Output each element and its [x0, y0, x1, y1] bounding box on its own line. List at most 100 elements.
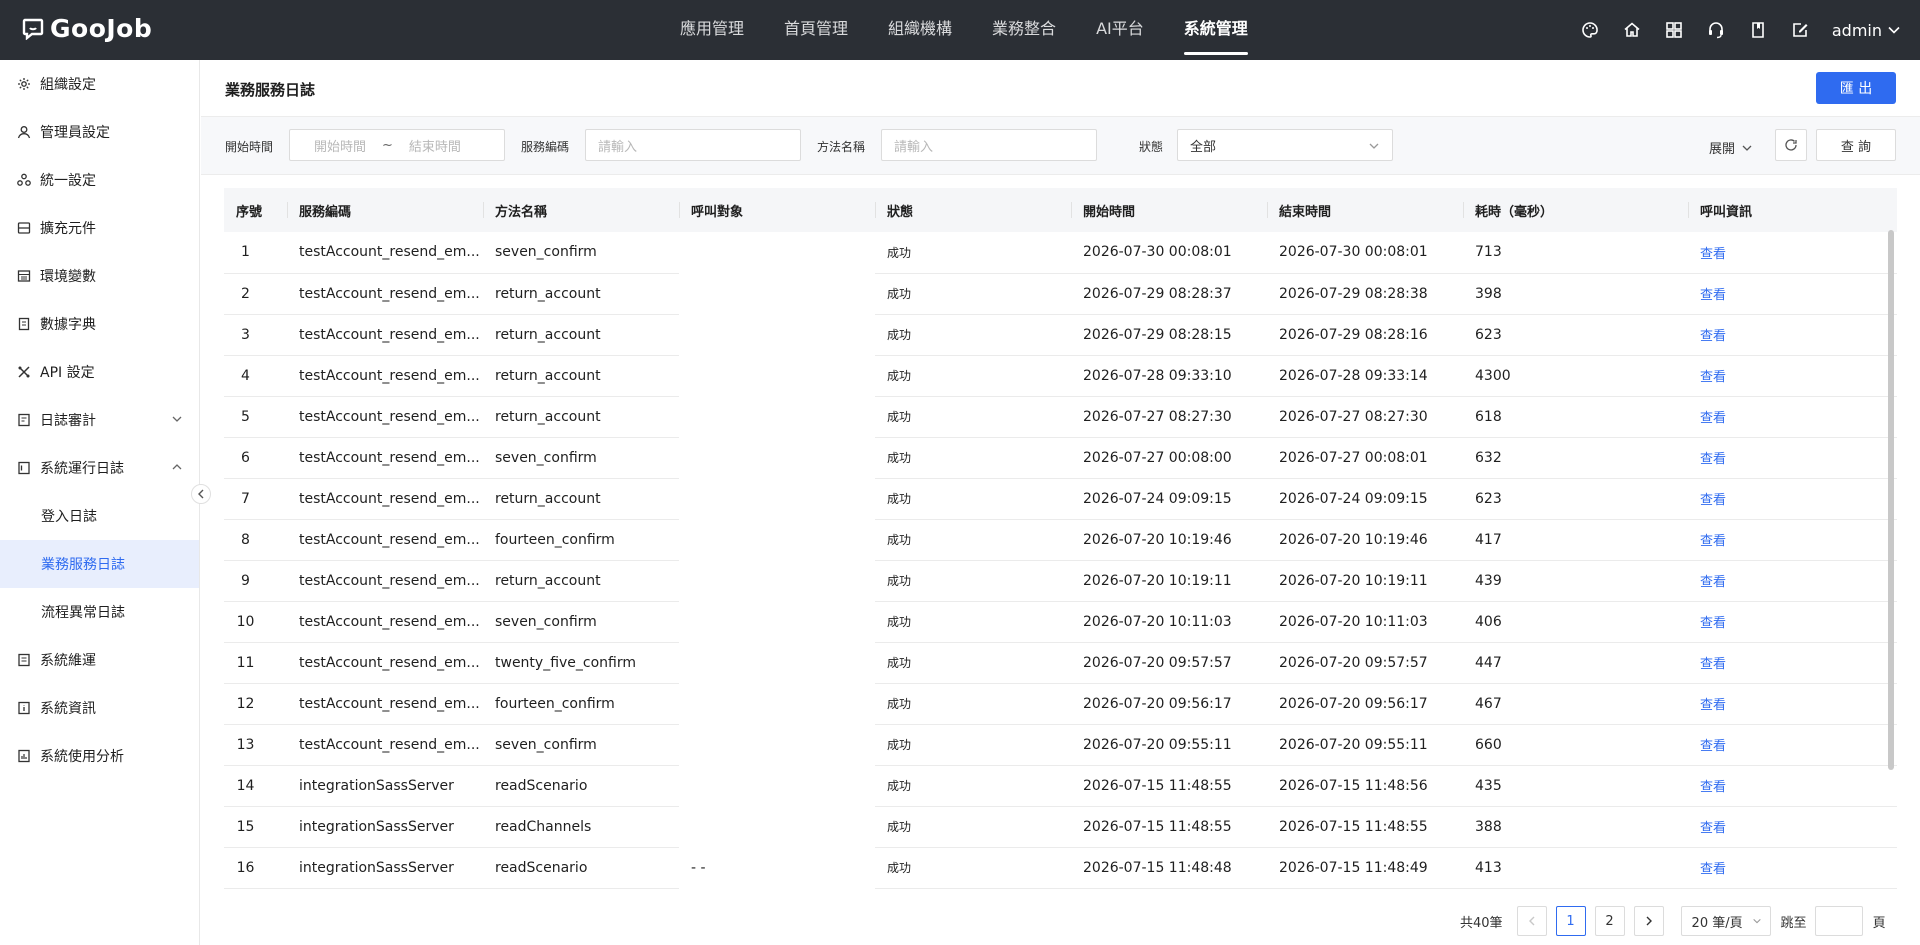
- sidebar-item-api-settings[interactable]: API 設定: [0, 348, 199, 396]
- cell-service-code: testAccount_resend_em...: [287, 273, 483, 315]
- cell-method-name: readScenario: [483, 765, 679, 807]
- view-link[interactable]: 查看: [1688, 683, 1897, 725]
- topnav-home-management[interactable]: 首頁管理: [764, 0, 868, 60]
- table-row[interactable]: 9 testAccount_resend_em... return_account 成…: [224, 560, 1897, 602]
- status-select[interactable]: 全部: [1177, 129, 1393, 161]
- view-link[interactable]: 查看: [1688, 478, 1897, 520]
- table-row[interactable]: 8 testAccount_resend_em... fourteen_confir…: [224, 519, 1897, 561]
- sidebar-item-log-audit[interactable]: 日誌審計: [0, 396, 199, 444]
- cell-call-target: [679, 232, 875, 273]
- table-row[interactable]: 5 testAccount_resend_em... return_account 成…: [224, 396, 1897, 438]
- cell-method-name: return_account: [483, 273, 679, 315]
- view-link[interactable]: 查看: [1688, 396, 1897, 438]
- sidebar-item-admin-settings[interactable]: 管理員設定: [0, 108, 199, 156]
- method-name-input[interactable]: 請輸入: [881, 129, 1097, 161]
- user-icon: [16, 124, 32, 140]
- table-row[interactable]: 10 testAccount_resend_em... seven_confirm 成…: [224, 601, 1897, 643]
- table-scrollbar[interactable]: [1888, 230, 1894, 770]
- topnav-organization[interactable]: 組織機構: [868, 0, 972, 60]
- view-link[interactable]: 查看: [1688, 355, 1897, 397]
- view-link[interactable]: 查看: [1688, 560, 1897, 602]
- sidebar-collapse-button[interactable]: [191, 484, 211, 504]
- edit-doc-icon[interactable]: [1790, 20, 1810, 40]
- sidebar-item-system-run-logs[interactable]: 系統運行日誌: [0, 444, 199, 492]
- table-row[interactable]: 12 testAccount_resend_em... fourteen_confi…: [224, 683, 1897, 725]
- cell-method-name: return_account: [483, 314, 679, 356]
- expand-filters-toggle[interactable]: 展開: [1709, 138, 1753, 157]
- jump-page-input[interactable]: [1814, 906, 1863, 936]
- sidebar-item-data-dictionary[interactable]: 數據字典: [0, 300, 199, 348]
- sidebar-item-system-maintenance[interactable]: 系統維運: [0, 636, 199, 684]
- sidebar-item-flow-exception-logs[interactable]: 流程異常日誌: [0, 588, 199, 636]
- page-button-1[interactable]: 1: [1555, 906, 1586, 936]
- service-code-label: 服務編碼: [521, 140, 570, 154]
- prev-page-button[interactable]: [1516, 906, 1547, 936]
- table-row[interactable]: 13 testAccount_resend_em... seven_confirm 成…: [224, 724, 1897, 766]
- sidebar-item-usage-analysis[interactable]: 系統使用分析: [0, 732, 199, 780]
- view-link[interactable]: 查看: [1688, 642, 1897, 684]
- apps-grid-icon[interactable]: [1664, 20, 1684, 40]
- cell-method-name: readScenario: [483, 847, 679, 889]
- page-size-select[interactable]: 20 筆/頁: [1680, 906, 1771, 936]
- sidebar-item-unified-settings[interactable]: 統一設定: [0, 156, 199, 204]
- sidebar-item-extensions[interactable]: 擴充元件: [0, 204, 199, 252]
- cell-index: 15: [224, 806, 287, 848]
- view-link[interactable]: 查看: [1688, 806, 1897, 848]
- view-link[interactable]: 查看: [1688, 765, 1897, 807]
- service-code-input[interactable]: 請輸入: [585, 129, 801, 161]
- sidebar-item-label: 環境變數: [40, 269, 96, 285]
- table-row[interactable]: 4 testAccount_resend_em... return_account 成…: [224, 355, 1897, 397]
- sidebar-item-business-service-logs[interactable]: 業務服務日誌: [0, 540, 199, 588]
- cell-start-time: 2026-07-27 00:08:00: [1071, 437, 1267, 479]
- export-button[interactable]: 匯 出: [1816, 72, 1896, 104]
- table-row[interactable]: 7 testAccount_resend_em... return_account 成…: [224, 478, 1897, 520]
- user-menu[interactable]: admin: [1832, 21, 1900, 40]
- view-link[interactable]: 查看: [1688, 519, 1897, 561]
- view-link[interactable]: 查看: [1688, 273, 1897, 315]
- view-link[interactable]: 查看: [1688, 314, 1897, 356]
- cell-method-name: twenty_five_confirm: [483, 642, 679, 684]
- topnav-business-integration[interactable]: 業務整合: [972, 0, 1076, 60]
- topnav-system-management[interactable]: 系統管理: [1164, 0, 1268, 60]
- table-row[interactable]: 6 testAccount_resend_em... seven_confirm 成功…: [224, 437, 1897, 479]
- book-icon[interactable]: [1748, 20, 1768, 40]
- sidebar-item-system-info[interactable]: 系統資訊: [0, 684, 199, 732]
- page-button-2[interactable]: 2: [1594, 906, 1625, 936]
- view-link[interactable]: 查看: [1688, 232, 1897, 274]
- support-icon[interactable]: [1706, 20, 1726, 40]
- view-link[interactable]: 查看: [1688, 437, 1897, 479]
- table-row[interactable]: 1 testAccount_resend_em... seven_confirm 成功…: [224, 232, 1897, 274]
- topnav-ai-platform[interactable]: AI平台: [1076, 0, 1164, 60]
- cell-start-time: 2026-07-20 09:55:11: [1071, 724, 1267, 766]
- table-row[interactable]: 11 testAccount_resend_em... twenty_five_co…: [224, 642, 1897, 684]
- col-call-target: 呼叫對象: [679, 188, 875, 232]
- home-icon[interactable]: [1622, 20, 1642, 40]
- palette-icon[interactable]: [1580, 20, 1600, 40]
- query-button[interactable]: 查 詢: [1816, 129, 1896, 161]
- date-range-separator: ~: [382, 137, 393, 153]
- view-link[interactable]: 查看: [1688, 847, 1897, 889]
- table-row[interactable]: 16 integrationSassServer readScenario - - 成功…: [224, 847, 1897, 889]
- refresh-button[interactable]: [1775, 129, 1807, 161]
- view-link[interactable]: 查看: [1688, 724, 1897, 766]
- cell-service-code: testAccount_resend_em...: [287, 560, 483, 602]
- brand-logo[interactable]: GooJob: [22, 14, 152, 43]
- cell-status: 成功: [875, 683, 1071, 725]
- table-row[interactable]: 15 integrationSassServer readChannels 成功 202…: [224, 806, 1897, 848]
- table-row[interactable]: 14 integrationSassServer readScenario 成功 202…: [224, 765, 1897, 807]
- table-row[interactable]: 2 testAccount_resend_em... return_account 成…: [224, 273, 1897, 315]
- sidebar-item-login-logs[interactable]: 登入日誌: [0, 492, 199, 540]
- start-time-placeholder: 開始時間: [314, 139, 367, 155]
- sidebar-item-env-vars[interactable]: 環境變數: [0, 252, 199, 300]
- status-label: 狀態: [1139, 140, 1164, 154]
- cell-service-code: testAccount_resend_em...: [287, 478, 483, 520]
- date-range-picker[interactable]: 開始時間 ~ 結束時間: [289, 129, 505, 161]
- cell-duration: 623: [1463, 478, 1688, 520]
- topnav-app-management[interactable]: 應用管理: [660, 0, 764, 60]
- table-row[interactable]: 3 testAccount_resend_em... return_account 成…: [224, 314, 1897, 356]
- sidebar-item-label: 系統運行日誌: [40, 461, 124, 477]
- next-page-button[interactable]: [1633, 906, 1664, 936]
- cell-duration: 713: [1463, 232, 1688, 274]
- sidebar-item-org-settings[interactable]: 組織設定: [0, 60, 199, 108]
- view-link[interactable]: 查看: [1688, 601, 1897, 643]
